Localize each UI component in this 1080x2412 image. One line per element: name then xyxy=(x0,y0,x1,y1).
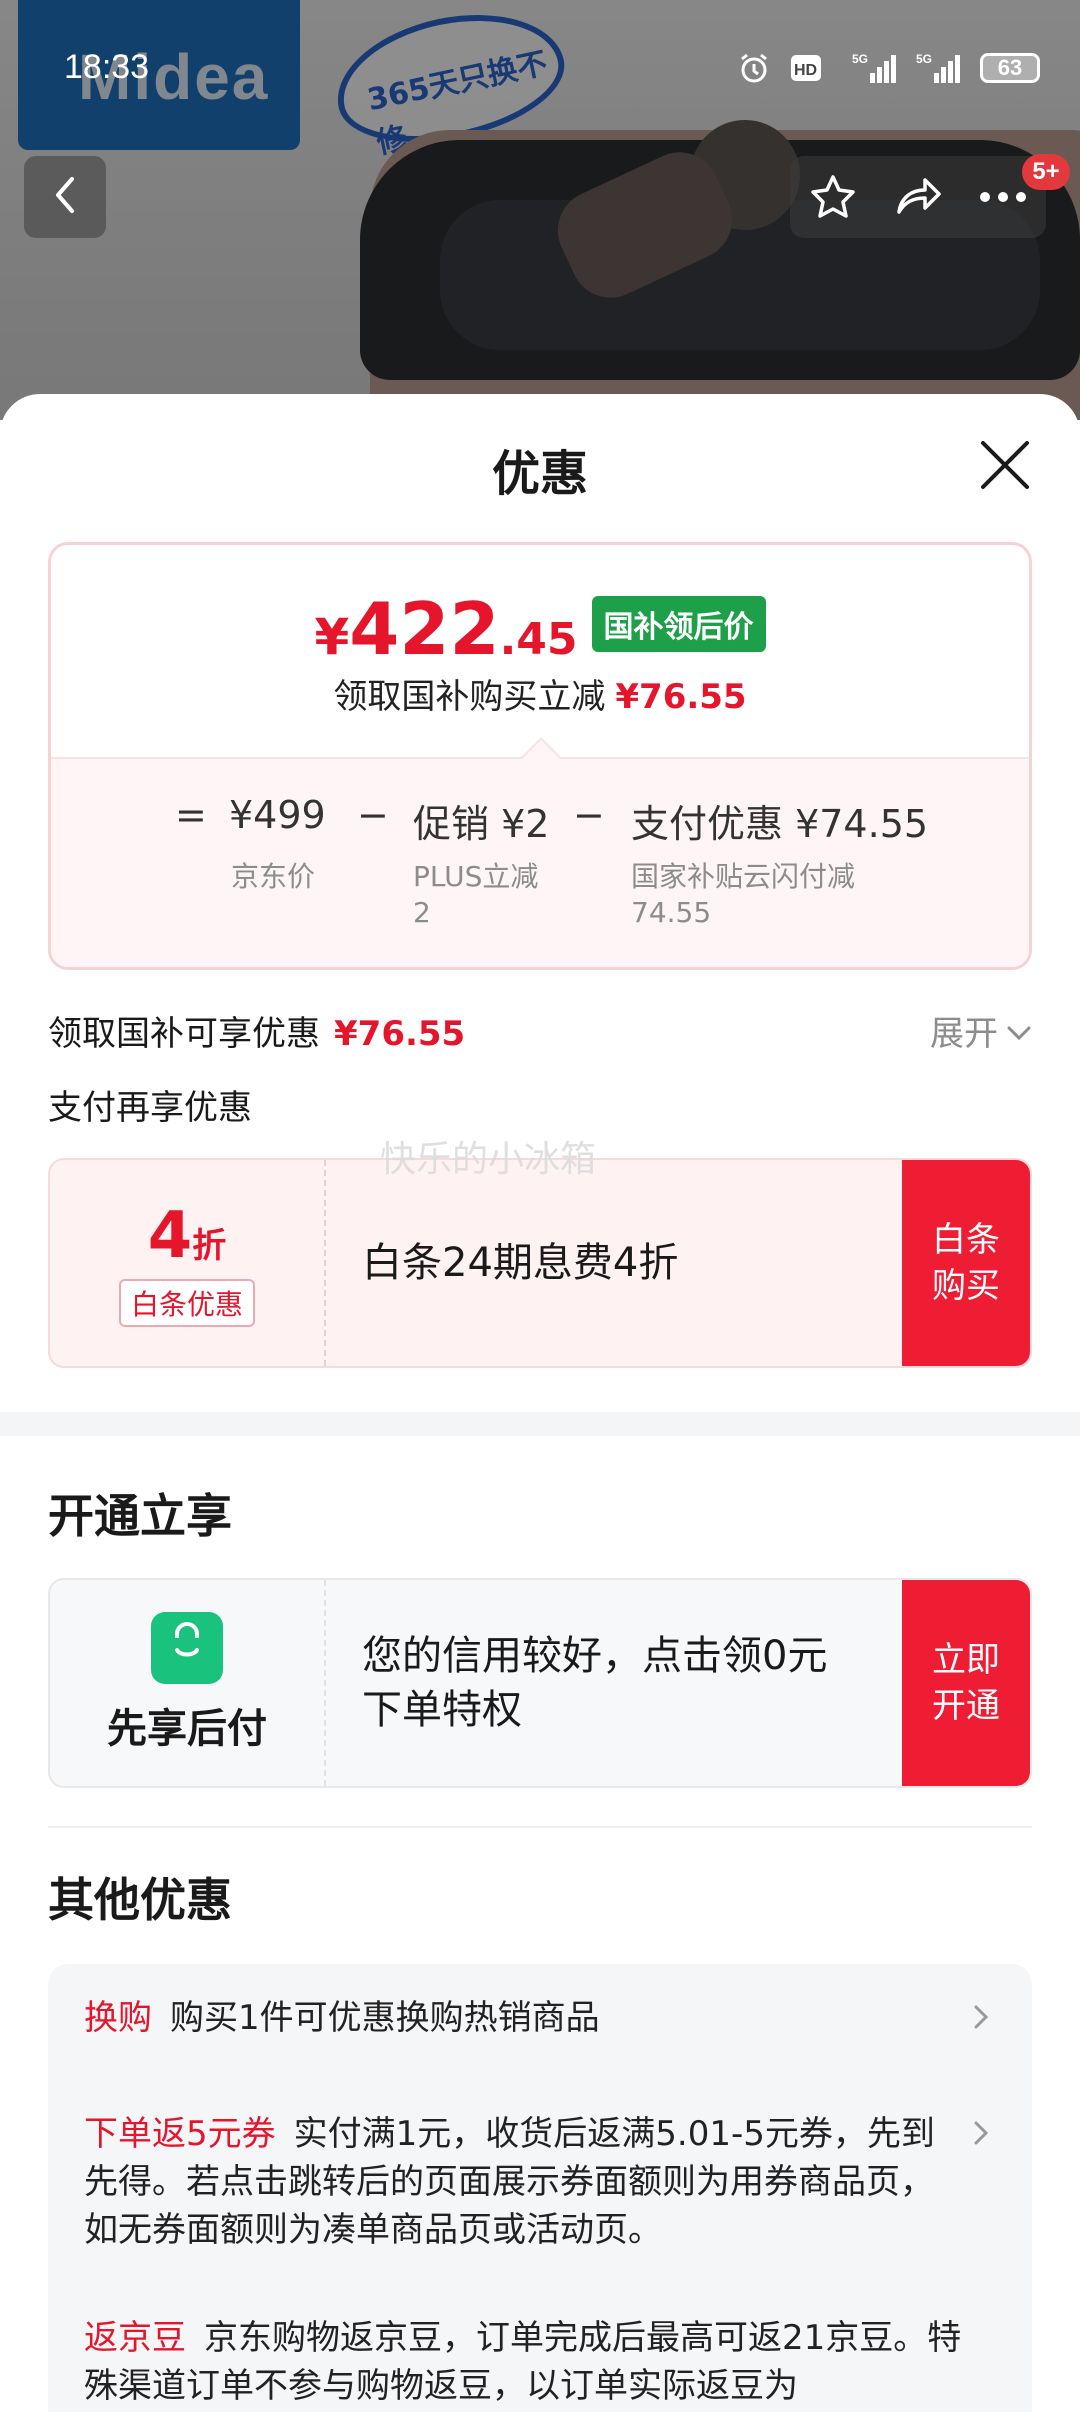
calc-promo-label-line1: PLUS立减 xyxy=(413,860,539,893)
subsidy-row: 领取国补可享优惠 ¥76.55 xyxy=(48,1006,465,1055)
svg-text:5G: 5G xyxy=(852,52,868,66)
calc-pay-label-line2: 74.55 xyxy=(631,896,712,929)
back-button[interactable] xyxy=(24,156,106,238)
pay-later-left: 先享后付 xyxy=(50,1580,326,1786)
baitiao-buy-button[interactable]: 白条 购买 xyxy=(902,1160,1030,1366)
chevron-down-icon xyxy=(1006,1011,1032,1051)
open-section-title: 开通立享 xyxy=(48,1489,232,1543)
calc-promo: 促销 ¥2 xyxy=(413,802,550,846)
other-section-title: 其他优惠 xyxy=(48,1873,232,1927)
discount-sheet: 优惠 ¥ 422 .45 国补领后价 领取国补购买立减 ¥76.55 = ¥499 xyxy=(0,394,1080,2412)
baitiao-coupon-left: 4折 白条优惠 xyxy=(50,1160,326,1366)
subsidy-subtitle: 领取国补购买立减 ¥76.55 xyxy=(51,669,1029,718)
baitiao-buy-line2: 购买 xyxy=(932,1266,1000,1306)
expand-toggle[interactable]: 展开 xyxy=(930,1006,1032,1055)
pay-more-label: 支付再享优惠 xyxy=(48,1088,252,1128)
final-price-decimal: .45 xyxy=(499,614,578,665)
other-offer-exchange-tag: 换购 xyxy=(84,1998,152,2038)
calc-minus-2: − xyxy=(573,793,605,837)
section-separator xyxy=(0,1412,1080,1436)
baitiao-buy-line1: 白条 xyxy=(932,1220,1000,1260)
calc-promo-label-line2: 2 xyxy=(413,896,431,929)
pay-later-description: 您的信用较好，点击领0元 下单特权 xyxy=(326,1580,902,1786)
subsidy-row-amount: ¥76.55 xyxy=(334,1014,466,1054)
expand-label: 展开 xyxy=(930,1014,998,1054)
open-now-line2: 开通 xyxy=(932,1686,1000,1726)
alarm-icon xyxy=(736,50,772,86)
price-summary: ¥ 422 .45 国补领后价 领取国补购买立减 ¥76.55 xyxy=(51,545,1029,757)
other-offer-jingdou[interactable]: 返京豆 京东购物返京豆，订单完成后最高可返21京豆。特殊渠道订单不参与购物返豆，以… xyxy=(84,2314,964,2410)
final-price-integer: 422 xyxy=(349,587,500,671)
price-breakdown-card: ¥ 422 .45 国补领后价 领取国补购买立减 ¥76.55 = ¥499 − … xyxy=(48,542,1032,970)
calc-pay-discount: 支付优惠 ¥74.55 xyxy=(631,802,929,846)
other-offer-jingdou-tag: 返京豆 xyxy=(84,2318,186,2358)
baitiao-discount-number: 4 xyxy=(147,1199,193,1273)
open-now-line1: 立即 xyxy=(932,1640,1000,1680)
calc-minus-1: − xyxy=(357,793,389,837)
svg-text:HD: HD xyxy=(794,62,817,79)
final-price-line: ¥ 422 .45 国补领后价 xyxy=(51,593,1029,666)
baitiao-description: 白条24期息费4折 xyxy=(362,1240,679,1286)
final-price-currency: ¥ xyxy=(314,608,350,666)
calc-jd-price: ¥499 xyxy=(229,793,326,837)
chevron-right-icon[interactable] xyxy=(966,2002,996,2032)
sheet-title: 优惠 xyxy=(491,446,588,502)
pay-later-desc-line2: 下单特权 xyxy=(362,1687,522,1733)
other-offer-jingdou-text: 京东购物返京豆，订单完成后最高可返21京豆。特殊渠道订单不参与购物返豆，以订单实… xyxy=(84,2318,962,2406)
calc-equals: = xyxy=(175,793,207,837)
baitiao-pill: 白条优惠 xyxy=(118,1279,255,1327)
pay-later-label: 先享后付 xyxy=(107,1706,267,1752)
baitiao-discount-unit: 折 xyxy=(192,1226,227,1266)
watermark: 快乐的小冰箱 xyxy=(380,1139,597,1180)
calc-promo-label: PLUS立减 2 xyxy=(413,859,538,931)
shopping-bag-icon xyxy=(151,1612,223,1684)
subsidy-subtitle-text: 领取国补购买立减 xyxy=(333,677,606,717)
pay-later-desc-line1: 您的信用较好，点击领0元 xyxy=(362,1633,828,1679)
open-now-button[interactable]: 立即 开通 xyxy=(902,1580,1030,1786)
nav-actions xyxy=(790,156,1046,238)
baitiao-discount: 4折 xyxy=(148,1199,227,1273)
other-offers-list: 换购 购买1件可优惠换购热销商品 下单返5元券 实付满1元，收货后返满5.01-5元… xyxy=(48,1964,1032,2412)
svg-text:5G: 5G xyxy=(916,52,932,66)
battery-icon: 63 xyxy=(980,53,1040,83)
calc-pay-label-line1: 国家补贴云闪付减 xyxy=(631,860,856,893)
divider xyxy=(48,1826,1032,1828)
pay-later-card[interactable]: 先享后付 您的信用较好，点击领0元 下单特权 立即 开通 xyxy=(48,1578,1032,1788)
favorite-star-icon[interactable] xyxy=(803,167,863,227)
share-icon[interactable] xyxy=(888,167,948,227)
message-count-badge: 5+ xyxy=(1022,154,1070,190)
chevron-right-icon[interactable] xyxy=(966,2118,996,2148)
subsidy-subtitle-amount: ¥76.55 xyxy=(615,677,747,717)
status-icons: HD 5G 5G 63 xyxy=(736,50,1040,86)
signal-5g-icon-1: 5G xyxy=(852,50,898,86)
price-type-tag: 国补领后价 xyxy=(591,596,766,652)
other-offer-exchange-text: 购买1件可优惠换购热销商品 xyxy=(170,1998,600,2038)
close-button[interactable] xyxy=(970,432,1040,502)
subsidy-row-label: 领取国补可享优惠 xyxy=(48,1014,320,1054)
chevron-left-icon xyxy=(50,175,80,219)
calc-jd-price-label: 京东价 xyxy=(231,860,316,893)
price-calculation: = ¥499 − 促销 ¥2 − 支付优惠 ¥74.55 京东价 PLUS立减 … xyxy=(51,757,1029,967)
other-offer-exchange[interactable]: 换购 购买1件可优惠换购热销商品 xyxy=(84,1994,964,2042)
hd-icon: HD xyxy=(790,50,834,86)
final-price: ¥ 422 .45 xyxy=(314,593,577,666)
status-bar: 18:33 HD 5G 5G 63 xyxy=(0,0,1080,140)
close-icon xyxy=(979,439,1031,495)
other-offer-coupon[interactable]: 下单返5元券 实付满1元，收货后返满5.01-5元券，先到先得。若点击跳转后的页面… xyxy=(84,2110,964,2254)
other-offer-coupon-tag: 下单返5元券 xyxy=(84,2114,276,2154)
status-time: 18:33 xyxy=(64,48,150,86)
signal-5g-icon-2: 5G xyxy=(916,50,962,86)
baitiao-coupon-card[interactable]: 4折 白条优惠 白条24期息费4折 白条 购买 xyxy=(48,1158,1032,1368)
calc-pay-label: 国家补贴云闪付减 74.55 xyxy=(631,859,855,931)
